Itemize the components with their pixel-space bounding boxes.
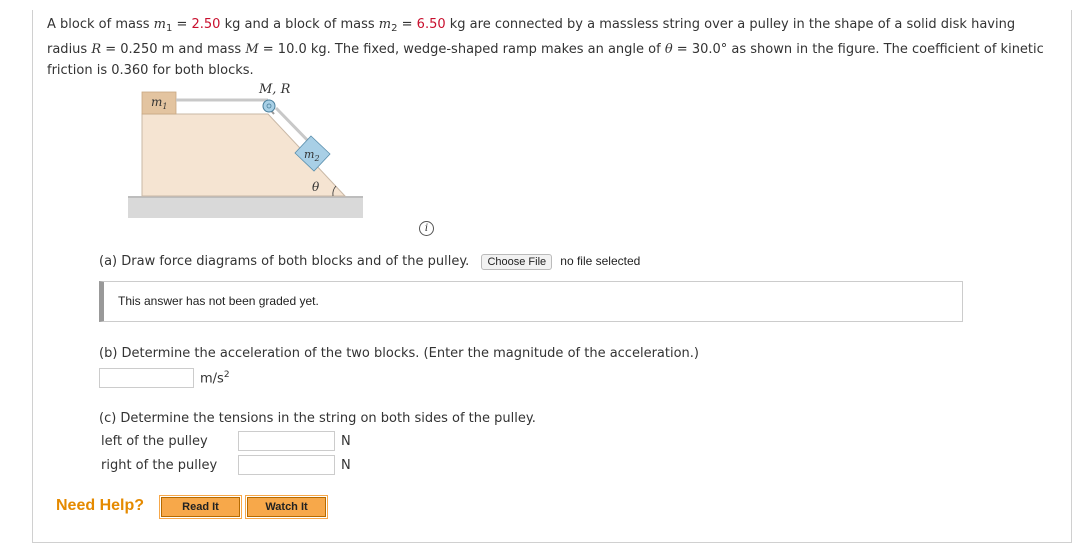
- ramp-figure: m1 M, R m2 θ: [128, 82, 363, 218]
- m2-symbol: m: [378, 17, 392, 32]
- choose-file-button[interactable]: Choose File: [481, 254, 553, 270]
- angle-label: θ: [312, 180, 320, 194]
- equals-sign: =: [172, 17, 192, 32]
- problem-statement: A block of mass m1 = 2.50 kg and a block…: [47, 14, 1067, 81]
- tension-right-unit: N: [341, 458, 351, 473]
- tension-left-unit: N: [341, 434, 351, 449]
- part-a-row: (a) Draw force diagrams of both blocks a…: [99, 254, 640, 270]
- problem-text: radius: [47, 42, 92, 57]
- problem-text: A block of mass: [47, 17, 154, 32]
- graded-status-box: This answer has not been graded yet.: [99, 281, 963, 322]
- radius-symbol: R: [91, 42, 102, 57]
- m1-value: 2.50: [191, 17, 221, 32]
- ground: [128, 196, 363, 218]
- pulley-mass-symbol: M: [245, 42, 259, 57]
- tension-right-input[interactable]: [238, 455, 335, 475]
- tension-left-input[interactable]: [238, 431, 335, 451]
- problem-text: = 10.0 kg. The fixed, wedge-shaped ramp …: [258, 42, 665, 57]
- part-a-question: (a) Draw force diagrams of both blocks a…: [99, 254, 470, 269]
- part-b-question: (b) Determine the acceleration of the tw…: [99, 346, 699, 361]
- acceleration-unit: m/s2: [200, 370, 230, 387]
- m1-symbol: m: [153, 17, 166, 32]
- theta-symbol: θ: [664, 42, 673, 57]
- problem-text: kg are connected by a massless string ov…: [445, 17, 1016, 32]
- need-help-label: Need Help?: [56, 497, 145, 514]
- read-it-button[interactable]: Read It: [159, 495, 242, 519]
- problem-text: friction is 0.360 for both blocks.: [47, 63, 254, 78]
- info-icon[interactable]: i: [419, 221, 434, 236]
- file-status: no file selected: [560, 254, 641, 268]
- watch-it-button[interactable]: Watch It: [245, 495, 328, 519]
- part-c-question: (c) Determine the tensions in the string…: [99, 411, 536, 426]
- acceleration-input[interactable]: [99, 368, 194, 388]
- problem-text: = 0.250 m and mass: [101, 42, 246, 57]
- tension-left-label: left of the pulley: [101, 434, 208, 449]
- tension-right-label: right of the pulley: [101, 458, 218, 473]
- pulley: [262, 99, 276, 113]
- graded-status-text: This answer has not been graded yet.: [118, 294, 319, 308]
- pulley-label: M, R: [258, 82, 291, 97]
- equals-sign: =: [397, 17, 417, 32]
- problem-text: kg and a block of mass: [220, 17, 379, 32]
- problem-text: = 30.0° as shown in the figure. The coef…: [672, 42, 1044, 57]
- m2-value: 6.50: [416, 17, 446, 32]
